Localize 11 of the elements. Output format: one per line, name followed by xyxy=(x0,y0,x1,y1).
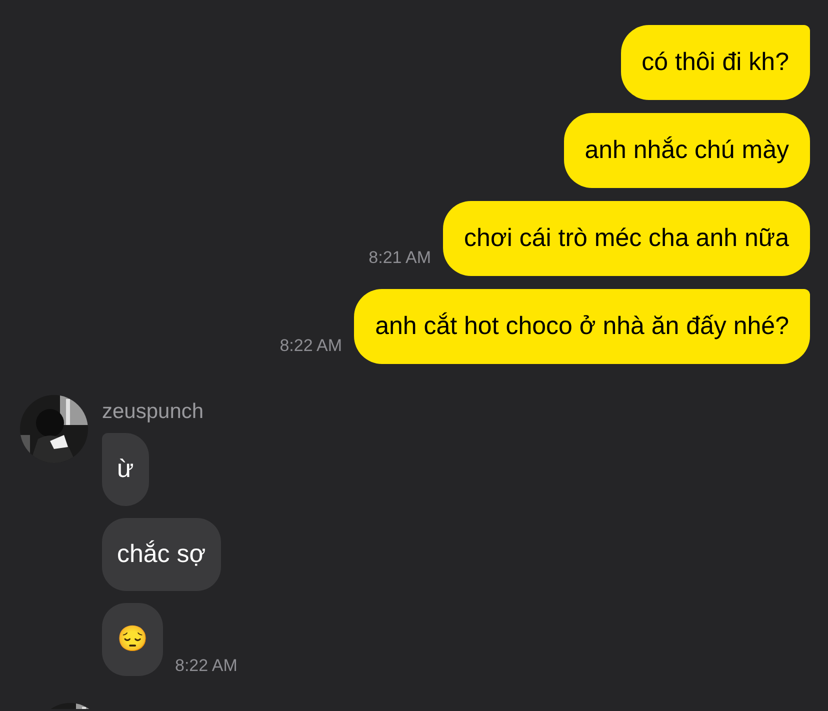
sent-message: có thôi đi kh? xyxy=(620,25,810,100)
timestamp: 8:22 AM xyxy=(280,334,342,356)
sent-message: chơi cái trò méc cha anh nữa xyxy=(443,201,810,276)
received-message: 😔 xyxy=(102,603,163,676)
received-message: chắc sợ xyxy=(102,518,221,591)
timestamp: 8:21 AM xyxy=(368,246,432,268)
received-message: ừ xyxy=(102,433,149,506)
timestamp: 8:22 AM xyxy=(175,654,238,676)
sent-message: anh nhắc chú mày xyxy=(564,113,810,188)
sender-name: zeuspunch xyxy=(102,399,205,425)
sent-message: anh cắt hot choco ở nhà ăn đấy nhé? xyxy=(354,289,810,364)
